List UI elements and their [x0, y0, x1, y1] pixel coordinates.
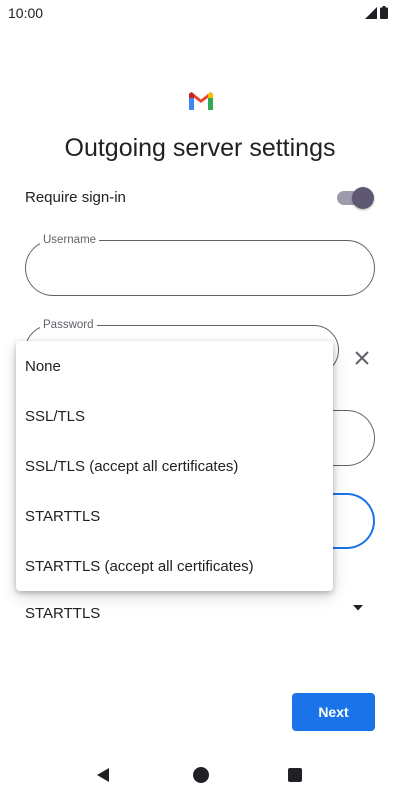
menu-item-starttls[interactable]: STARTTLS [16, 491, 333, 541]
menu-item-ssl-tls-accept-all[interactable]: SSL/TLS (accept all certificates) [16, 441, 333, 491]
battery-icon [380, 6, 388, 19]
gmail-icon [189, 92, 213, 110]
require-signin-toggle[interactable] [335, 187, 375, 209]
next-button[interactable]: Next [292, 693, 375, 731]
close-icon[interactable] [350, 346, 374, 370]
menu-item-ssl-tls[interactable]: SSL/TLS [16, 391, 333, 441]
password-label: Password [40, 317, 97, 333]
screen: 10:00 Outgoing server settings Require s… [0, 0, 400, 800]
username-field[interactable]: Username [25, 232, 375, 296]
page-title: Outgoing server settings [64, 134, 336, 162]
chevron-down-icon[interactable] [352, 604, 364, 612]
back-icon[interactable] [95, 767, 111, 783]
status-icons [365, 6, 388, 19]
menu-item-starttls-accept-all[interactable]: STARTTLS (accept all certificates) [16, 541, 333, 591]
require-signin-label: Require sign-in [25, 189, 126, 206]
security-type-menu: None SSL/TLS SSL/TLS (accept all certifi… [16, 341, 333, 591]
home-icon[interactable] [193, 767, 209, 783]
signal-icon [365, 6, 377, 19]
menu-item-none[interactable]: None [16, 341, 333, 391]
security-type-value[interactable]: STARTTLS [25, 605, 100, 622]
toggle-thumb [352, 187, 374, 209]
username-label: Username [40, 232, 100, 248]
recents-icon[interactable] [288, 768, 302, 782]
status-time: 10:00 [8, 5, 44, 21]
status-bar: 10:00 [0, 0, 400, 28]
